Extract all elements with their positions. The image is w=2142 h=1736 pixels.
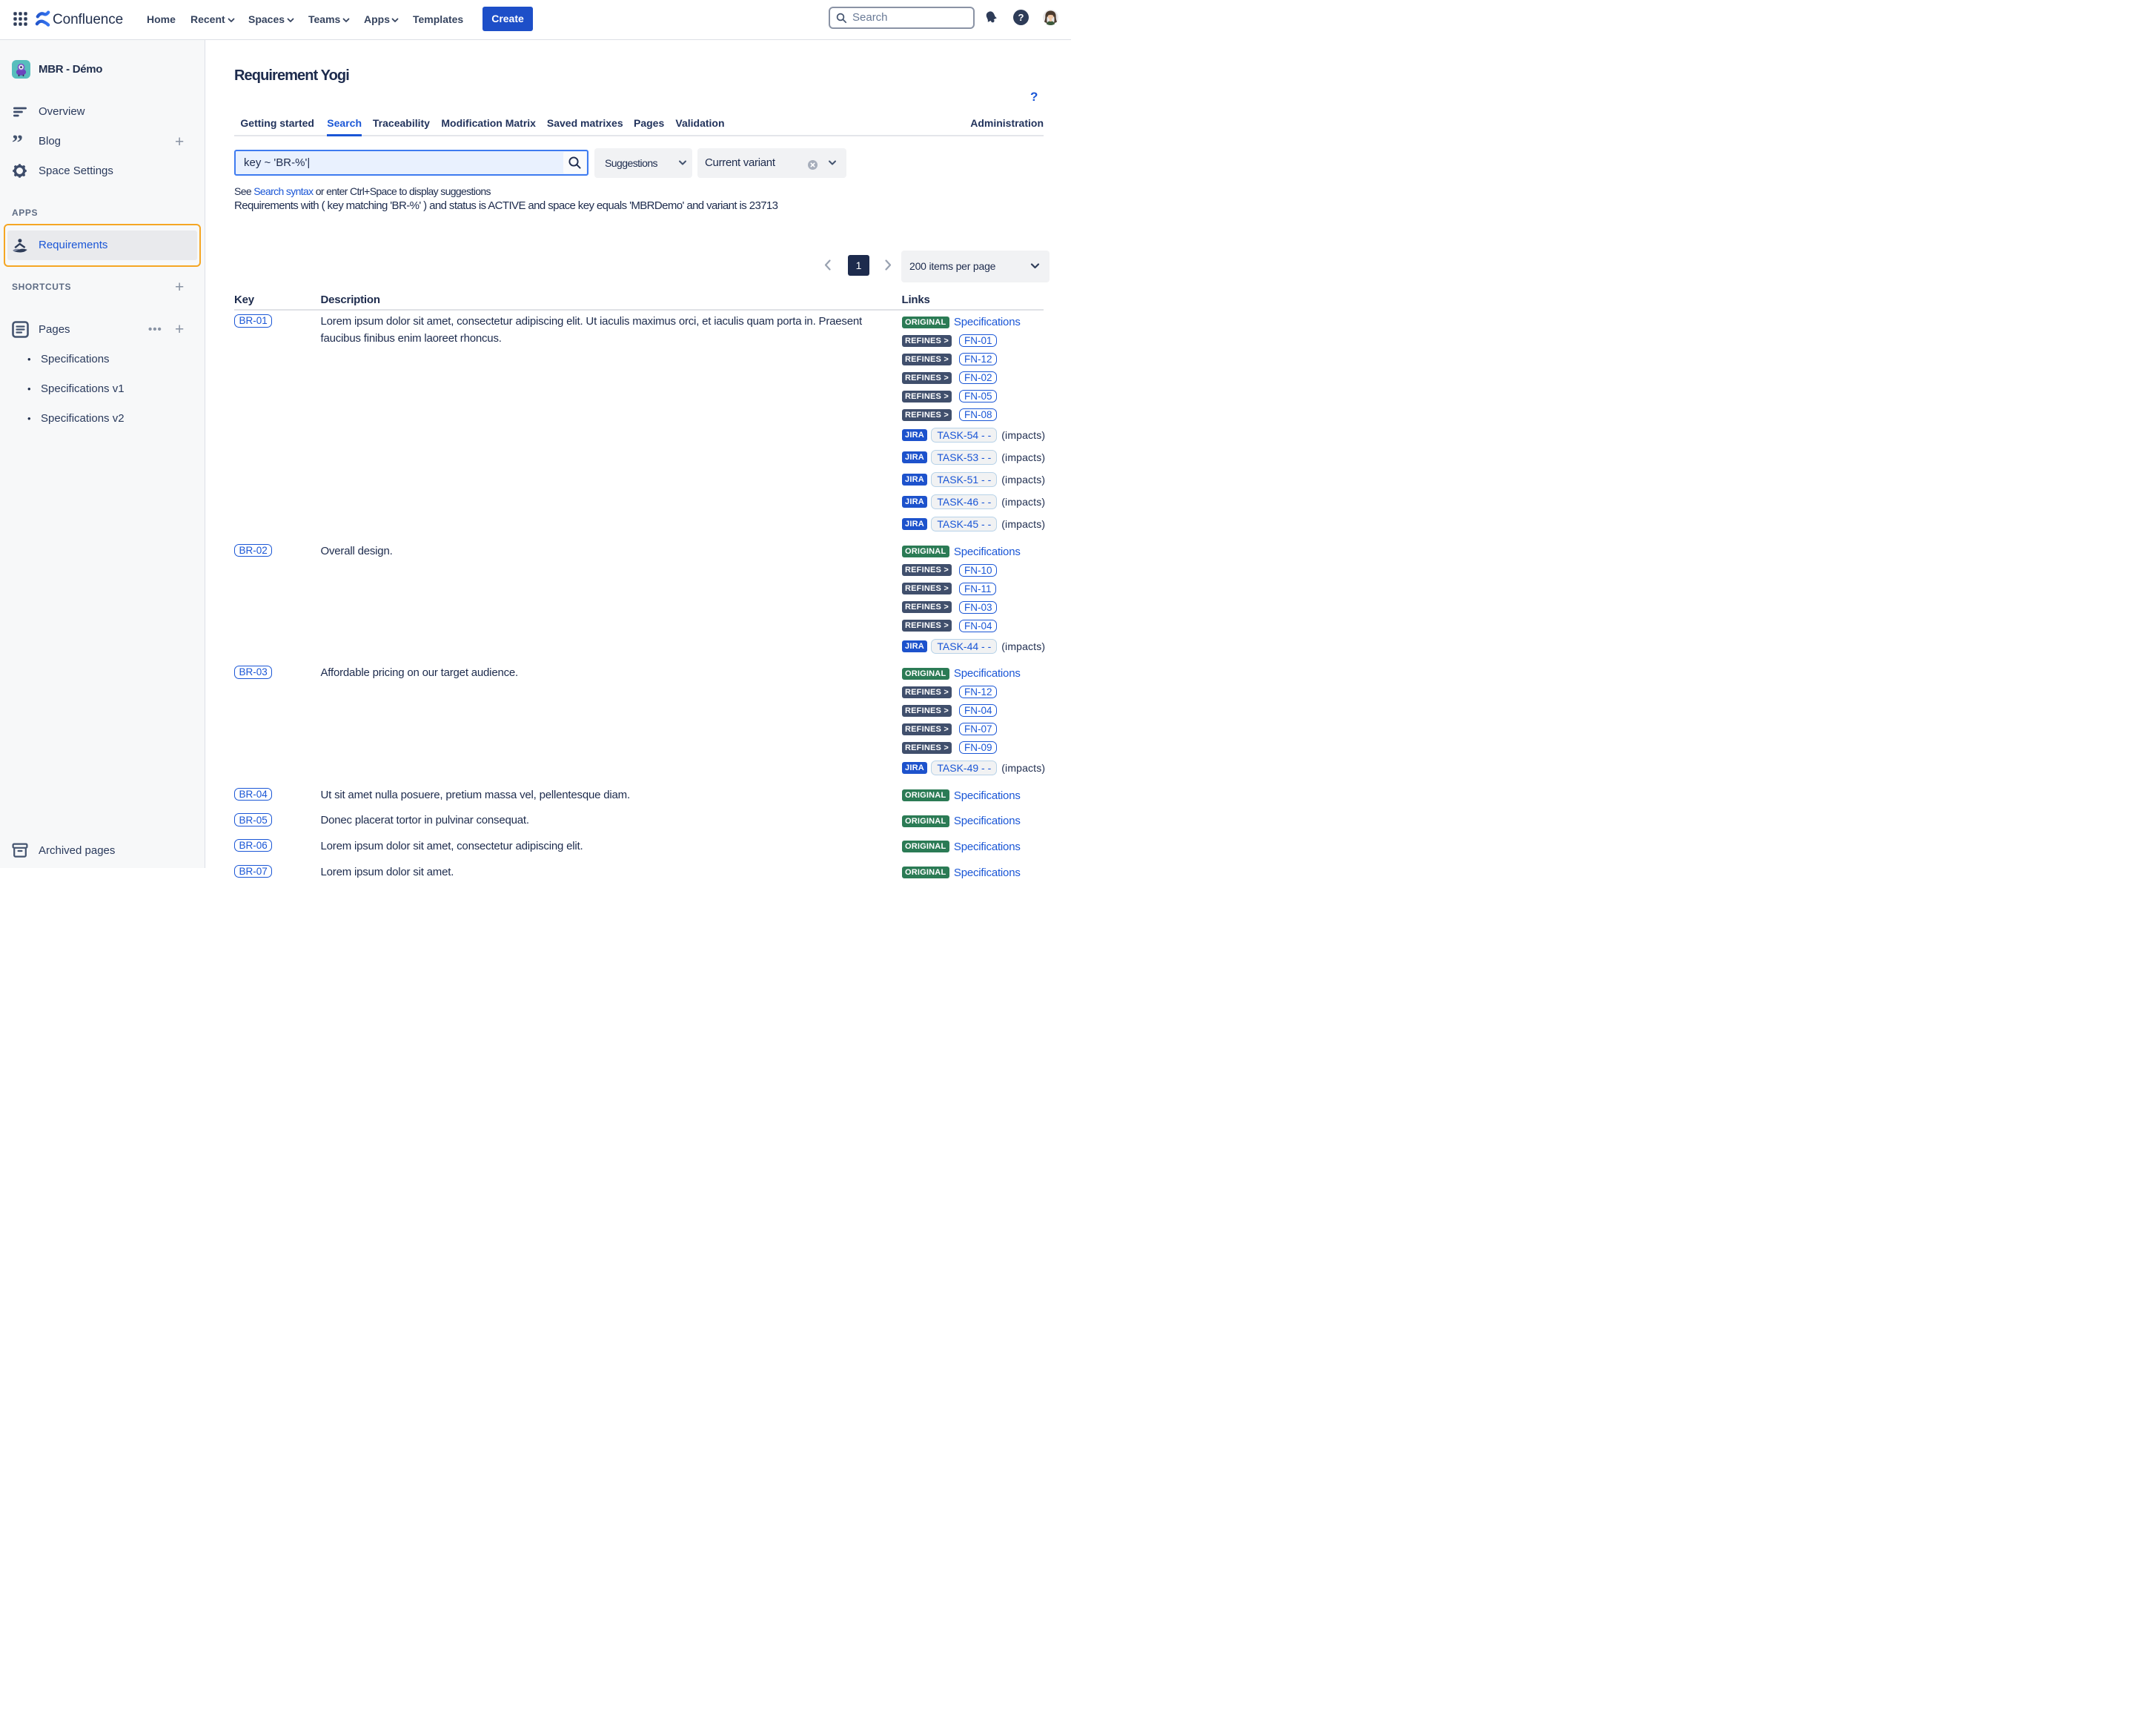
svg-text:?: ? [1018, 12, 1024, 23]
